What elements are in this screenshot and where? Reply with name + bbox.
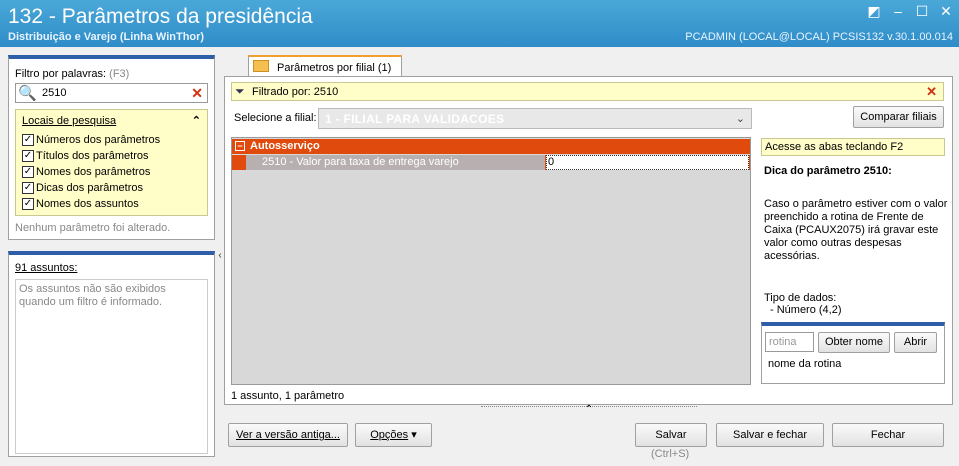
table-row[interactable]: 2510 - Valor para taxa de entrega varejo… <box>232 155 750 170</box>
check-icon: ✓ <box>22 166 34 178</box>
filial-select[interactable]: 1 - FILIAL PARA VALIDACOES ⌄ <box>318 108 752 129</box>
clear-search-icon[interactable]: ✕ <box>191 85 203 102</box>
checkbox-titulos[interactable]: ✓ Títulos dos parâmetros <box>22 150 149 162</box>
salvar-e-fechar-button[interactable]: Salvar e fechar <box>716 423 824 447</box>
obter-nome-button[interactable]: Obter nome <box>818 332 890 353</box>
fechar-button[interactable]: Fechar <box>832 423 944 447</box>
filter-label: Filtro por palavras: (F3) <box>15 68 130 80</box>
grid-status: 1 assunto, 1 parâmetro <box>231 390 345 402</box>
clear-filter-icon[interactable]: ✕ <box>926 84 937 100</box>
routine-name: nome da rotina <box>768 358 842 370</box>
check-icon: ✓ <box>22 150 34 162</box>
collapse-up-icon[interactable]: ⌃ <box>192 114 201 127</box>
restore-icon[interactable]: ◩ <box>867 4 881 18</box>
search-value: 2510 <box>42 87 67 99</box>
ver-versao-antiga-button[interactable]: Ver a versão antiga... <box>228 423 348 447</box>
dropdown-arrow-icon: ▾ <box>411 429 417 441</box>
checkbox-nomes[interactable]: ✓ Nomes dos parâmetros <box>22 166 150 178</box>
checkbox-assuntos[interactable]: ✓ Nomes dos assuntos <box>22 198 139 210</box>
tab-hint: Acesse as abas teclando F2 <box>761 138 945 156</box>
search-icon: 🔍 <box>18 85 37 102</box>
filial-value: 1 - FILIAL PARA VALIDACOES <box>325 112 505 126</box>
main-panel: ⏷ Filtrado por: 2510 ✕ Selecione a filia… <box>224 76 953 405</box>
opcoes-button[interactable]: Opções ▾ <box>355 423 432 447</box>
filter-text: Filtrado por: 2510 <box>252 86 339 98</box>
search-input[interactable]: 🔍 2510 ✕ <box>15 83 208 103</box>
tip-title: Dica do parâmetro 2510: <box>764 165 892 177</box>
filter-panel: Filtro por palavras: (F3) 🔍 2510 ✕ Locai… <box>8 55 215 240</box>
filial-label: Selecione a filial: <box>234 112 317 124</box>
compare-filiais-button[interactable]: Comparar filiais <box>853 106 944 128</box>
routine-box: rotina Obter nome Abrir nome da rotina <box>761 322 945 384</box>
left-splitter-handle[interactable]: ‹ <box>216 250 224 270</box>
filter-bar: ⏷ Filtrado por: 2510 ✕ <box>231 82 944 101</box>
salvar-shortcut: (Ctrl+S) <box>651 448 690 460</box>
collapse-minus-icon[interactable]: − <box>235 141 245 151</box>
search-locations-header[interactable]: Locais de pesquisa <box>22 115 116 127</box>
group-header[interactable]: − Autosserviço <box>232 139 750 154</box>
subjects-panel: 91 assuntos: Os assuntos não são exibido… <box>8 251 215 457</box>
checkbox-numeros[interactable]: ✓ Números dos parâmetros <box>22 134 160 146</box>
parameter-value-input[interactable]: 0 <box>546 155 749 170</box>
salvar-button[interactable]: Salvar <box>635 423 707 447</box>
subjects-note: Os assuntos não são exibidos quando um f… <box>15 279 208 454</box>
minimize-icon[interactable]: – <box>891 4 905 18</box>
check-icon: ✓ <box>22 198 34 210</box>
check-icon: ✓ <box>22 134 34 146</box>
maximize-icon[interactable]: ☐ <box>915 4 929 18</box>
tip-text: Caso o parâmetro estiver com o valor pre… <box>764 198 948 262</box>
abrir-button[interactable]: Abrir <box>894 332 937 353</box>
funnel-icon: ⏷ <box>235 84 245 98</box>
folder-icon <box>253 60 269 72</box>
change-status: Nenhum parâmetro foi alterado. <box>15 222 171 234</box>
routine-input[interactable]: rotina <box>765 332 814 352</box>
check-icon: ✓ <box>22 182 34 194</box>
user-info: PCADMIN (LOCAL@LOCAL) PCSIS132 v.30.1.00… <box>685 31 953 43</box>
tab-label: Parâmetros por filial (1) <box>277 62 392 74</box>
parameters-grid: − Autosserviço 2510 - Valor para taxa de… <box>231 137 751 385</box>
checkbox-dicas[interactable]: ✓ Dicas dos parâmetros <box>22 182 143 194</box>
bottom-splitter-handle[interactable]: ⌃ <box>481 405 697 415</box>
window-controls: ◩ – ☐ ✕ <box>867 4 953 18</box>
window-title: 132 - Parâmetros da presidência <box>8 5 313 28</box>
parameter-name: 2510 - Valor para taxa de entrega varejo <box>246 155 545 170</box>
window-subtitle: Distribuição e Varejo (Linha WinThor) <box>8 31 205 43</box>
data-type: Tipo de dados: - Número (4,2) <box>764 292 842 316</box>
close-icon[interactable]: ✕ <box>939 4 953 18</box>
subjects-count: 91 assuntos: <box>15 262 78 274</box>
title-bar: 132 - Parâmetros da presidência Distribu… <box>0 0 959 47</box>
tab-parametros-por-filial[interactable]: Parâmetros por filial (1) <box>248 55 402 77</box>
search-locations-box: Locais de pesquisa ⌃ ✓ Números dos parâme… <box>15 109 208 216</box>
chevron-down-icon: ⌄ <box>735 113 745 125</box>
